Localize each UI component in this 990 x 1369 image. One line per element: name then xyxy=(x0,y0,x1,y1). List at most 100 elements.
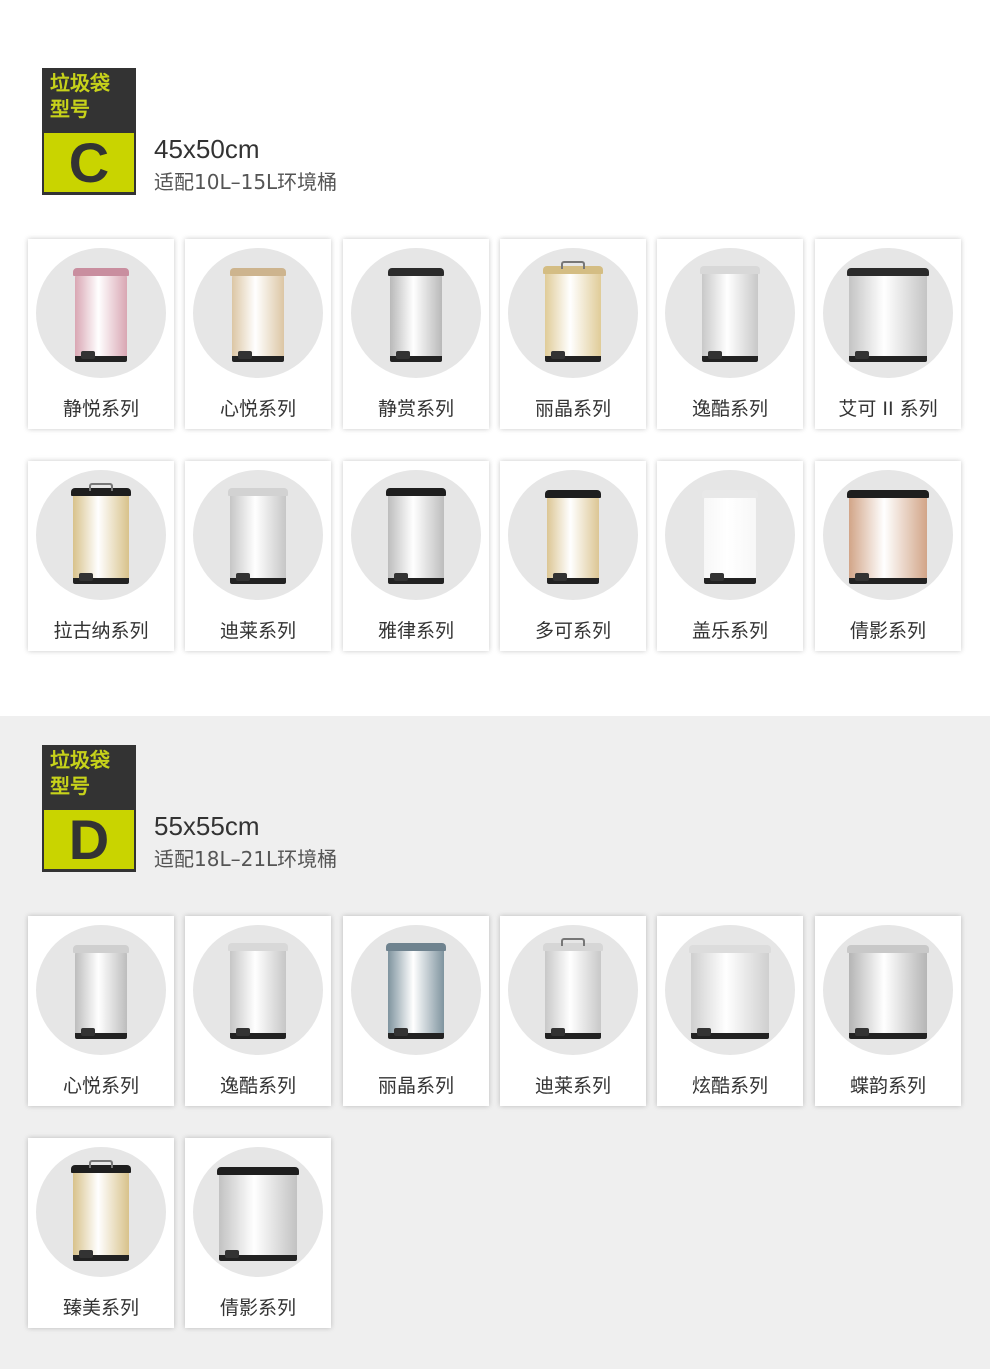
trash-can-icon xyxy=(543,261,603,362)
pedal xyxy=(225,1250,239,1258)
product-image xyxy=(665,470,795,600)
can-lid xyxy=(388,268,444,276)
product-image xyxy=(193,925,323,1055)
can-lid xyxy=(73,945,129,953)
product-image xyxy=(508,470,638,600)
can-lid xyxy=(386,488,446,496)
product-series-name: 逸酷系列 xyxy=(219,1075,296,1097)
product-card[interactable]: 拉古纳系列 xyxy=(28,461,174,651)
trash-can-icon xyxy=(388,268,444,362)
trash-can-icon xyxy=(228,943,288,1039)
pedal xyxy=(396,351,410,359)
product-series-name: 丽晶系列 xyxy=(534,398,611,420)
product-series-name: 雅律系列 xyxy=(377,620,454,642)
bag-model-badge: 垃圾袋 型号 C xyxy=(42,68,136,195)
product-card[interactable]: 炫酷系列 xyxy=(657,916,803,1106)
trash-can-icon xyxy=(700,266,760,362)
bag-fit-text: 适配18L–21L环境桶 xyxy=(154,847,338,871)
can-lid xyxy=(386,943,446,951)
trash-can-icon xyxy=(545,490,601,584)
pedal xyxy=(553,573,567,581)
product-image xyxy=(36,248,166,378)
product-image xyxy=(823,248,953,378)
product-image xyxy=(36,925,166,1055)
pedal xyxy=(238,351,252,359)
product-series-name: 多可系列 xyxy=(534,620,611,642)
product-image xyxy=(193,248,323,378)
lid-handle xyxy=(89,483,113,491)
pedal xyxy=(708,351,722,359)
product-card[interactable]: 迪莱系列 xyxy=(500,916,646,1106)
pedal xyxy=(79,573,93,581)
can-lid xyxy=(702,490,758,498)
product-image xyxy=(351,470,481,600)
lid-handle xyxy=(561,261,585,269)
pedal xyxy=(81,1028,95,1036)
can-lid xyxy=(217,1167,299,1175)
product-card[interactable]: 臻美系列 xyxy=(28,1138,174,1328)
section-bag-c: 垃圾袋 型号 C 45x50cm 适配10L–15L环境桶 静悦系列 心悦系列 静赏… xyxy=(0,0,990,716)
trash-can-icon xyxy=(543,938,603,1039)
trash-can-icon xyxy=(71,483,131,584)
badge-line1: 垃圾袋 xyxy=(50,71,110,95)
product-card[interactable]: 静赏系列 xyxy=(343,239,489,429)
product-series-name: 心悦系列 xyxy=(62,1075,139,1097)
trash-can-icon xyxy=(386,943,446,1039)
product-image xyxy=(665,925,795,1055)
pedal xyxy=(855,351,869,359)
product-card[interactable]: 艾可 II 系列 xyxy=(815,239,961,429)
trash-can-icon xyxy=(230,268,286,362)
product-series-name: 逸酷系列 xyxy=(691,398,768,420)
bag-fit-text: 适配10L–15L环境桶 xyxy=(154,170,338,194)
product-card[interactable]: 丽晶系列 xyxy=(343,916,489,1106)
trash-can-icon xyxy=(228,488,288,584)
pedal xyxy=(855,573,869,581)
badge-letter: D xyxy=(44,810,134,869)
can-lid xyxy=(228,488,288,496)
product-card[interactable]: 蝶韵系列 xyxy=(815,916,961,1106)
pedal xyxy=(551,351,565,359)
bag-size: 55x55cm xyxy=(154,811,260,841)
product-card[interactable]: 多可系列 xyxy=(500,461,646,651)
product-card[interactable]: 迪莱系列 xyxy=(185,461,331,651)
product-image xyxy=(351,925,481,1055)
product-image xyxy=(508,248,638,378)
product-series-name: 艾可 II 系列 xyxy=(838,398,938,420)
trash-can-icon xyxy=(702,490,758,584)
product-card[interactable]: 雅律系列 xyxy=(343,461,489,651)
trash-can-icon xyxy=(217,1167,299,1261)
product-series-name: 倩影系列 xyxy=(219,1297,296,1319)
lid-handle xyxy=(89,1160,113,1168)
product-card[interactable]: 逸酷系列 xyxy=(657,239,803,429)
can-lid xyxy=(700,266,760,274)
section-bag-d: 垃圾袋 型号 D 55x55cm 适配18L–21L环境桶 心悦系列 逸酷系列 丽晶… xyxy=(0,716,990,1369)
product-card[interactable]: 静悦系列 xyxy=(28,239,174,429)
trash-can-icon xyxy=(847,490,929,584)
trash-can-icon xyxy=(71,1160,131,1261)
product-card[interactable]: 盖乐系列 xyxy=(657,461,803,651)
product-image xyxy=(351,248,481,378)
badge-letter: C xyxy=(44,133,134,192)
product-card[interactable]: 倩影系列 xyxy=(815,461,961,651)
pedal xyxy=(394,573,408,581)
product-series-name: 炫酷系列 xyxy=(691,1075,768,1097)
lid-handle xyxy=(561,938,585,946)
product-series-name: 迪莱系列 xyxy=(534,1075,611,1097)
badge-line2: 型号 xyxy=(50,774,90,798)
product-card[interactable]: 心悦系列 xyxy=(185,239,331,429)
product-card[interactable]: 逸酷系列 xyxy=(185,916,331,1106)
product-series-name: 盖乐系列 xyxy=(691,620,768,642)
product-image xyxy=(823,925,953,1055)
bag-size: 45x50cm xyxy=(154,134,260,164)
product-card[interactable]: 丽晶系列 xyxy=(500,239,646,429)
product-series-name: 静赏系列 xyxy=(377,398,454,420)
product-card[interactable]: 心悦系列 xyxy=(28,916,174,1106)
pedal xyxy=(551,1028,565,1036)
trash-can-icon xyxy=(847,268,929,362)
product-series-name: 迪莱系列 xyxy=(219,620,296,642)
can-lid xyxy=(228,943,288,951)
product-series-name: 蝶韵系列 xyxy=(849,1075,926,1097)
product-card[interactable]: 倩影系列 xyxy=(185,1138,331,1328)
pedal xyxy=(394,1028,408,1036)
product-image xyxy=(193,1147,323,1277)
